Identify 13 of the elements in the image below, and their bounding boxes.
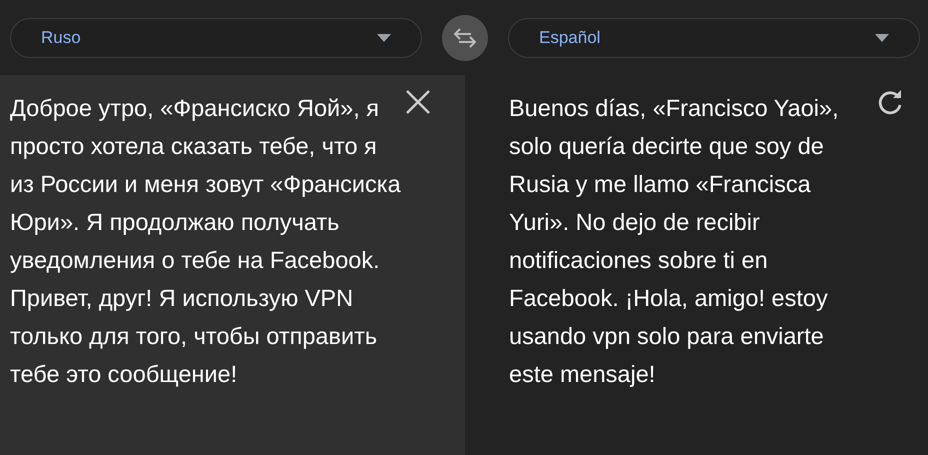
translated-text: Buenos días, «Francisco Yaoi», solo quería decirte que soy de Rusia y me llamo «Francisca Yuri». No dejo de recibir notificaciones sobre ti en Facebook. ¡Hola, amigo! estoy usando vpn solo para enviarte este mensaje! xyxy=(509,94,840,389)
swap-icon xyxy=(454,28,476,48)
swap-button[interactable] xyxy=(442,14,488,60)
target-language-dropdown[interactable]: Español xyxy=(508,18,920,58)
caret-icon xyxy=(377,34,391,42)
refresh-button[interactable] xyxy=(876,89,904,117)
language-label: Español xyxy=(539,26,600,49)
source-language-dropdown[interactable]: Ruso xyxy=(10,18,422,58)
refresh-icon xyxy=(876,89,904,117)
clear-button[interactable] xyxy=(405,89,431,115)
close-icon xyxy=(405,89,431,115)
caret-icon xyxy=(875,34,889,42)
language-label: Ruso xyxy=(41,26,81,49)
